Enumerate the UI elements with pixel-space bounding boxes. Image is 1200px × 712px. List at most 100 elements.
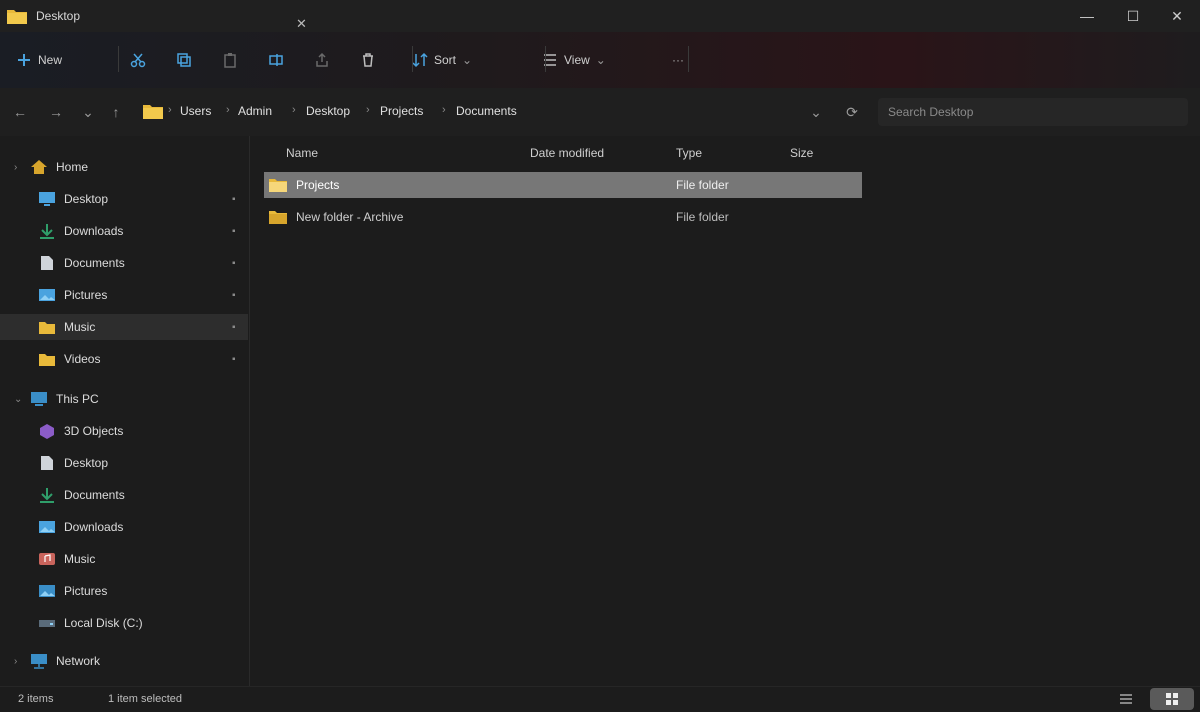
sidebar-item-label: This PC bbox=[56, 392, 99, 406]
breadcrumb-item[interactable]: Desktop bbox=[306, 104, 350, 118]
scissors-icon bbox=[130, 53, 146, 68]
sidebar-item-3d-objects[interactable]: 3D Objects bbox=[0, 418, 248, 444]
sidebar-item-label: Home bbox=[56, 160, 89, 174]
sidebar-item-label: Documents bbox=[64, 488, 125, 502]
file-name: New folder - Archive bbox=[296, 210, 404, 224]
divider bbox=[545, 46, 546, 72]
tiles-view-button[interactable] bbox=[1150, 688, 1194, 710]
divider bbox=[688, 46, 689, 72]
up-button[interactable]: ↑ bbox=[106, 102, 126, 122]
chevron-right-icon: › bbox=[14, 655, 18, 667]
back-button[interactable]: ← bbox=[10, 102, 30, 122]
address-dropdown-button[interactable]: ⌄ bbox=[806, 102, 826, 122]
sidebar-item-videos[interactable]: Videos ▪ bbox=[0, 346, 248, 372]
sidebar-item-home[interactable]: › Home bbox=[0, 154, 248, 180]
folder-icon bbox=[269, 179, 287, 192]
column-header-size[interactable]: Size bbox=[790, 146, 813, 160]
recent-locations-button[interactable]: ⌄ bbox=[78, 102, 98, 122]
pin-icon: ▪ bbox=[232, 193, 236, 205]
sidebar-item-label: Downloads bbox=[64, 520, 124, 534]
pictures-icon bbox=[39, 585, 55, 597]
pictures-icon bbox=[39, 289, 55, 301]
column-header-date-modified[interactable]: Date modified bbox=[530, 146, 604, 160]
sidebar-item-downloads[interactable]: Downloads ▪ bbox=[0, 218, 248, 244]
refresh-button[interactable]: ⟳ bbox=[842, 102, 862, 122]
sidebar-item-pc-downloads[interactable]: Downloads bbox=[0, 514, 248, 540]
paste-button[interactable] bbox=[222, 44, 246, 76]
details-view-button[interactable] bbox=[1104, 688, 1148, 710]
rename-button[interactable] bbox=[268, 44, 292, 76]
sidebar-item-this-pc[interactable]: ⌄ This PC bbox=[0, 386, 248, 412]
music-icon bbox=[39, 553, 55, 565]
sidebar-item-label: Videos bbox=[64, 352, 101, 366]
cube-icon bbox=[40, 424, 54, 439]
search-input[interactable]: Search Desktop bbox=[878, 98, 1188, 126]
file-name: Projects bbox=[296, 178, 340, 192]
sidebar-item-music[interactable]: Music ▪ bbox=[0, 314, 248, 340]
download-icon bbox=[40, 224, 54, 239]
search-input-placeholder: Search Desktop bbox=[888, 105, 974, 119]
title-bar: Desktop bbox=[0, 0, 1200, 32]
sidebar-item-pc-pictures[interactable]: Pictures bbox=[0, 578, 248, 604]
sidebar-item-label: Desktop bbox=[64, 192, 109, 206]
window-title: Desktop bbox=[36, 9, 81, 23]
rename-icon bbox=[269, 54, 283, 66]
sidebar-item-documents[interactable]: Documents ▪ bbox=[0, 250, 248, 276]
copy-icon bbox=[177, 53, 191, 67]
forward-button[interactable]: → bbox=[46, 102, 66, 122]
chevron-down-icon: ⌄ bbox=[462, 53, 473, 67]
pin-icon: ▪ bbox=[232, 321, 236, 333]
table-row[interactable]: New folder - Archive File folder bbox=[264, 204, 862, 230]
pin-icon: ▪ bbox=[232, 225, 236, 237]
breadcrumb-separator: › bbox=[226, 104, 230, 116]
copy-button[interactable] bbox=[176, 44, 200, 76]
breadcrumb-item[interactable]: Projects bbox=[380, 104, 423, 118]
drive-icon bbox=[39, 620, 55, 627]
tab-close-button[interactable]: ✕ bbox=[296, 16, 307, 32]
folder-icon bbox=[39, 354, 55, 366]
table-row[interactable]: Projects File folder bbox=[264, 172, 862, 198]
sort-button-label: Sort bbox=[434, 53, 457, 67]
maximize-button[interactable]: ☐ bbox=[1110, 0, 1156, 32]
delete-button[interactable] bbox=[360, 44, 384, 76]
cut-button[interactable] bbox=[130, 44, 154, 76]
sidebar-item-pc-music[interactable]: Music bbox=[0, 546, 248, 572]
new-button[interactable]: New bbox=[16, 44, 100, 76]
view-button[interactable]: View ⌄ bbox=[542, 44, 652, 76]
share-icon bbox=[316, 52, 328, 67]
sidebar-item-pictures[interactable]: Pictures ▪ bbox=[0, 282, 248, 308]
view-button-label: View bbox=[564, 53, 590, 67]
sidebar-item-label: Documents bbox=[64, 256, 125, 270]
sidebar-item-label: Desktop bbox=[64, 456, 109, 470]
sidebar-item-label: 3D Objects bbox=[64, 424, 124, 438]
divider bbox=[412, 46, 413, 72]
sidebar-item-pc-documents[interactable]: Documents bbox=[0, 482, 248, 508]
share-button[interactable] bbox=[314, 44, 338, 76]
breadcrumb-item[interactable]: Documents bbox=[456, 104, 517, 118]
sidebar-item-desktop[interactable]: Desktop ▪ bbox=[0, 186, 248, 212]
pictures-icon bbox=[39, 521, 55, 533]
pin-icon: ▪ bbox=[232, 353, 236, 365]
folder-icon bbox=[143, 105, 163, 119]
breadcrumb-item[interactable]: Users bbox=[180, 104, 211, 118]
column-header-type[interactable]: Type bbox=[676, 146, 702, 160]
sidebar-item-label: Music bbox=[64, 320, 96, 334]
sidebar-item-label: Downloads bbox=[64, 224, 124, 238]
close-button[interactable]: ✕ bbox=[1154, 0, 1200, 32]
divider bbox=[118, 46, 119, 72]
sidebar-item-local-disk[interactable]: Local Disk (C:) bbox=[0, 610, 248, 636]
sidebar-item-label: Local Disk (C:) bbox=[64, 616, 143, 630]
sort-button[interactable]: Sort ⌄ bbox=[412, 44, 522, 76]
folder-icon bbox=[39, 322, 55, 334]
column-header-name[interactable]: Name bbox=[286, 146, 318, 160]
sidebar-item-network[interactable]: › Network bbox=[0, 648, 248, 674]
clipboard-icon bbox=[224, 53, 236, 68]
more-options-button[interactable]: ··· bbox=[672, 44, 700, 76]
grid-view-icon bbox=[1166, 693, 1178, 705]
breadcrumb-item[interactable]: Admin bbox=[238, 104, 272, 118]
sidebar-item-pc-desktop[interactable]: Desktop bbox=[0, 450, 248, 476]
minimize-button[interactable]: — bbox=[1064, 0, 1110, 32]
file-type: File folder bbox=[676, 210, 729, 224]
document-icon bbox=[41, 456, 53, 470]
chevron-down-icon: ⌄ bbox=[595, 53, 606, 67]
